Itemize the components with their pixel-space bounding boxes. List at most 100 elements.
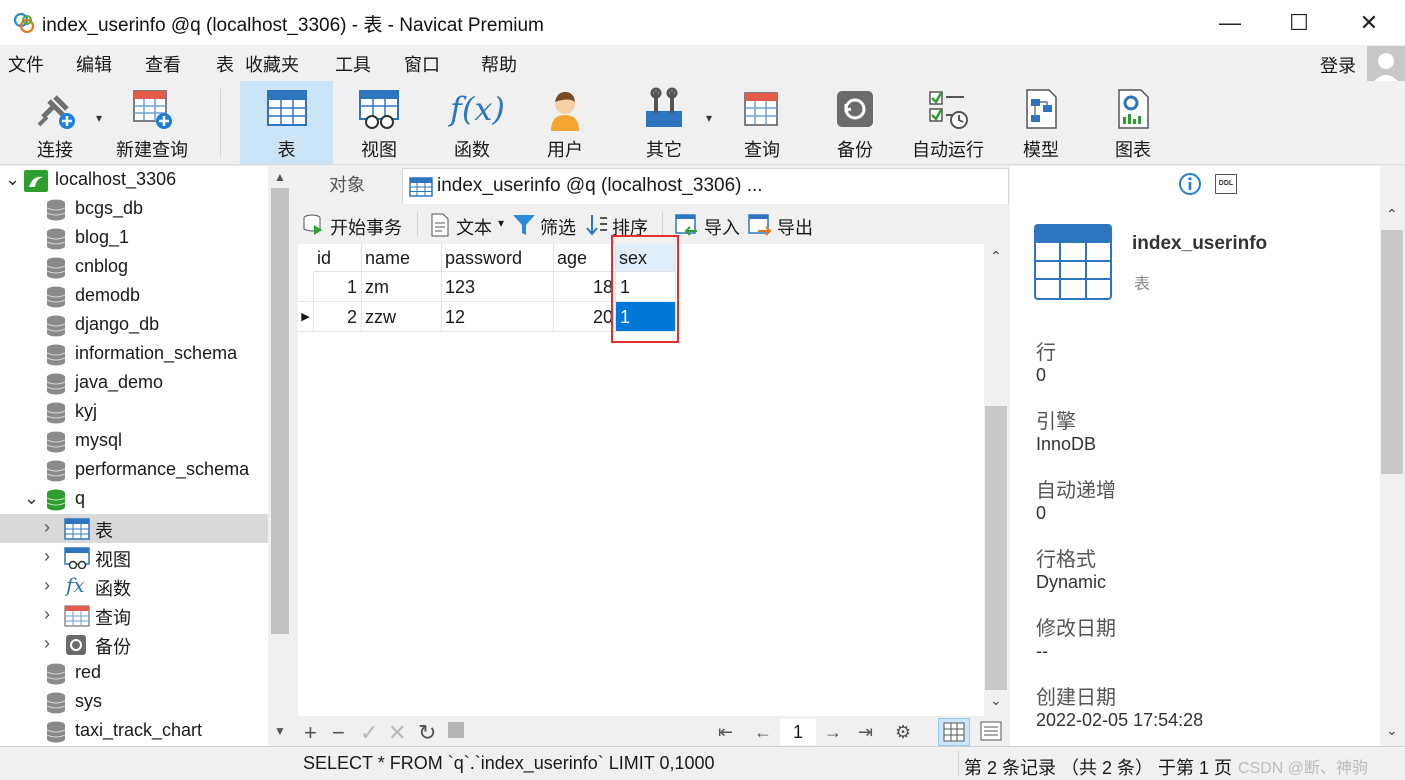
current-row-indicator-icon[interactable]: ▶ — [298, 302, 314, 332]
last-page-icon[interactable]: ⇥ — [858, 722, 873, 743]
close-button[interactable]: ✕ — [1334, 0, 1404, 45]
tree-scrollbar[interactable]: ▲ ▼ — [268, 166, 292, 746]
connect-button[interactable]: 连接 — [18, 81, 92, 164]
cell-age[interactable]: 20 — [554, 302, 616, 332]
add-record-icon[interactable]: + — [304, 720, 317, 746]
plug-icon — [37, 95, 75, 129]
cell-name[interactable]: zm — [362, 272, 442, 302]
menu-file[interactable]: 文件 — [8, 51, 44, 77]
tree-db-item[interactable]: java_demo — [0, 369, 268, 398]
tree-item-queries[interactable]: › 查询 — [0, 601, 268, 630]
backup-button[interactable]: 备份 — [818, 81, 892, 164]
tree-db-item[interactable]: red — [0, 659, 268, 688]
cell-name[interactable]: zzw — [362, 302, 442, 332]
chevron-down-icon[interactable]: ⌄ — [5, 169, 20, 190]
menu-tools[interactable]: 工具 — [335, 51, 371, 77]
first-page-icon[interactable]: ⇤ — [718, 722, 733, 743]
cell-password[interactable]: 123 — [442, 272, 554, 302]
model-button[interactable]: 模型 — [1006, 81, 1076, 164]
login-link[interactable]: 登录 — [1320, 52, 1356, 78]
menu-help[interactable]: 帮助 — [481, 51, 517, 77]
cell-id[interactable]: 2 — [314, 302, 362, 332]
info-scrollbar[interactable]: ⌃ ⌄ — [1380, 202, 1405, 746]
tree-db-item[interactable]: sys — [0, 688, 268, 717]
tree-db-item[interactable]: performance_schema — [0, 456, 268, 485]
chevron-right-icon[interactable]: › — [44, 517, 50, 538]
ddl-icon[interactable]: DDL — [1215, 174, 1237, 194]
tree-item-functions[interactable]: › fx 函数 — [0, 572, 268, 601]
cancel-icon[interactable]: ✕ — [388, 720, 406, 746]
table-button[interactable]: 表 — [240, 81, 333, 164]
menu-favorites[interactable]: 收藏夹 — [245, 51, 299, 77]
tree-connection[interactable]: ⌄ localhost_3306 — [0, 166, 268, 195]
tree-db-item[interactable]: cnblog — [0, 253, 268, 282]
tree-db-item[interactable]: django_db — [0, 311, 268, 340]
chevron-right-icon[interactable]: › — [44, 575, 50, 596]
delete-record-icon[interactable]: − — [332, 720, 345, 746]
column-header-age[interactable]: age — [554, 244, 616, 272]
cell-id[interactable]: 1 — [314, 272, 362, 302]
page-number-input[interactable]: 1 — [780, 719, 816, 745]
tab-table-editor[interactable]: index_userinfo @q (localhost_3306) ... — [402, 168, 1009, 204]
auto-run-button[interactable]: 自动运行 — [906, 81, 990, 164]
tree-db-item[interactable]: bcgs_db — [0, 195, 268, 224]
menu-window[interactable]: 窗口 — [404, 51, 440, 77]
next-page-icon[interactable]: → — [824, 722, 842, 743]
tree-db-item[interactable]: blog_1 — [0, 224, 268, 253]
tree-item-backups[interactable]: › 备份 — [0, 630, 268, 659]
chart-button[interactable]: 图表 — [1098, 81, 1168, 164]
tree-item-tables[interactable]: › 表 — [0, 514, 268, 543]
view-button[interactable]: 视图 — [340, 81, 418, 164]
scroll-up-icon[interactable]: ▲ — [274, 170, 286, 184]
tree-db-item[interactable]: mysql — [0, 427, 268, 456]
scroll-down-icon[interactable]: ▼ — [274, 724, 286, 738]
cell-age[interactable]: 18 — [554, 272, 616, 302]
tree-db-item[interactable]: kyj — [0, 398, 268, 427]
other-button[interactable]: 其它 — [626, 81, 702, 164]
scroll-up-icon[interactable]: ⌃ — [1386, 206, 1398, 223]
info-icon[interactable] — [1178, 172, 1202, 196]
tree-db-item[interactable]: information_schema — [0, 340, 268, 369]
settings-gear-icon[interactable]: ⚙ — [895, 722, 911, 743]
function-button[interactable]: f(x) 函数 — [432, 81, 512, 164]
query-button[interactable]: 查询 — [724, 81, 800, 164]
column-header-id[interactable]: id — [314, 244, 362, 272]
grid-scroll-thumb[interactable] — [985, 406, 1007, 690]
maximize-button[interactable]: ☐ — [1264, 0, 1334, 45]
user-button[interactable]: 用户 — [526, 81, 604, 164]
tree-db-item[interactable]: demodb — [0, 282, 268, 311]
new-query-button[interactable]: 新建查询 — [110, 81, 194, 164]
tree-db-item[interactable]: taxi_track_chart — [0, 717, 268, 746]
tree-db-open[interactable]: ⌄ q — [0, 485, 268, 514]
form-view-toggle[interactable] — [976, 718, 1006, 746]
avatar[interactable] — [1367, 46, 1405, 86]
connect-dropdown-icon[interactable]: ▾ — [96, 111, 102, 125]
refresh-icon[interactable]: ↻ — [418, 720, 436, 746]
chevron-right-icon[interactable]: › — [44, 633, 50, 654]
cell-password[interactable]: 12 — [442, 302, 554, 332]
previous-page-icon[interactable]: ← — [754, 722, 772, 743]
grid-view-toggle[interactable] — [938, 718, 970, 746]
grid-scrollbar[interactable]: ⌃ ⌄ — [984, 244, 1009, 716]
other-dropdown-icon[interactable]: ▾ — [706, 111, 712, 125]
chevron-right-icon[interactable]: › — [44, 604, 50, 625]
menu-view[interactable]: 查看 — [145, 51, 181, 77]
minimize-button[interactable]: — — [1195, 0, 1265, 45]
tree-scroll-thumb[interactable] — [271, 188, 289, 634]
tree-item-views[interactable]: › 视图 — [0, 543, 268, 572]
row-indicator[interactable] — [298, 272, 314, 302]
info-scroll-thumb[interactable] — [1381, 230, 1403, 474]
chevron-down-icon[interactable]: ⌄ — [24, 488, 39, 509]
menu-table[interactable]: 表 — [216, 51, 234, 77]
tab-objects[interactable]: 对象 — [292, 166, 402, 204]
scroll-up-icon[interactable]: ⌃ — [990, 248, 1002, 265]
stop-icon[interactable] — [448, 722, 464, 738]
apply-icon[interactable]: ✓ — [360, 720, 378, 746]
text-dropdown-icon[interactable]: ▾ — [498, 216, 504, 230]
column-header-name[interactable]: name — [362, 244, 442, 272]
menu-edit[interactable]: 编辑 — [76, 51, 112, 77]
scroll-down-icon[interactable]: ⌄ — [1386, 722, 1398, 739]
column-header-password[interactable]: password — [442, 244, 554, 272]
chevron-right-icon[interactable]: › — [44, 546, 50, 567]
scroll-down-icon[interactable]: ⌄ — [990, 692, 1002, 709]
